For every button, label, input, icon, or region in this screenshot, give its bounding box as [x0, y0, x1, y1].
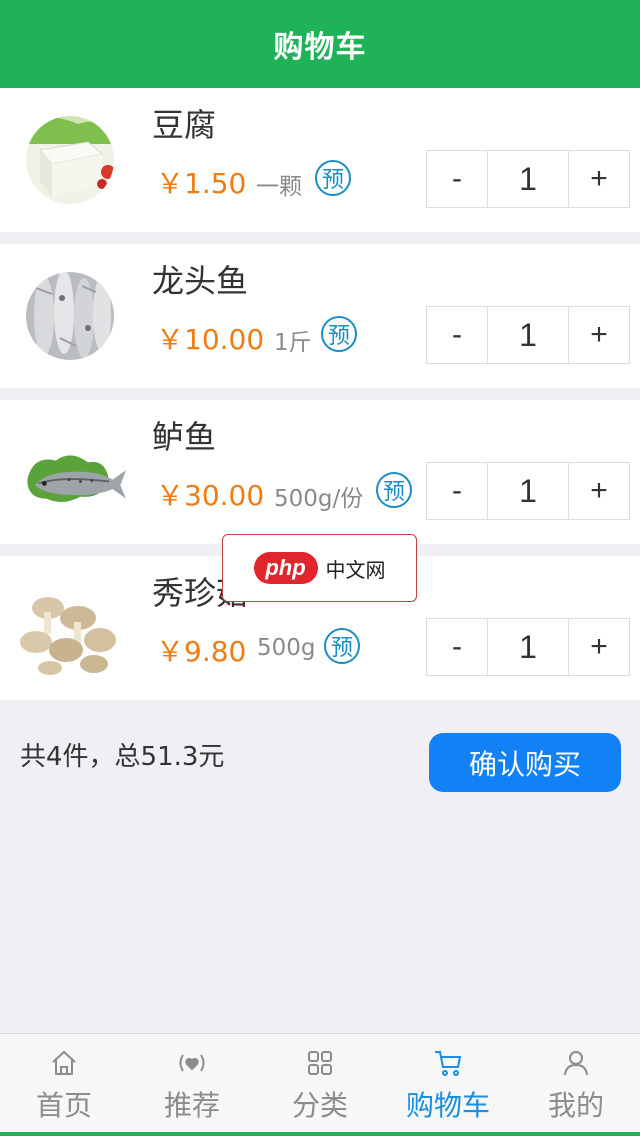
decrease-button[interactable]: -	[427, 619, 487, 675]
bottom-tab-bar: 首页 推荐 分类 购物车 我的	[0, 1033, 640, 1136]
preorder-badge: 预	[321, 316, 357, 352]
item-price: ￥30.00	[156, 479, 265, 512]
tab-label: 推荐	[163, 1089, 220, 1122]
item-unit: 一颗	[256, 174, 302, 200]
quantity-value[interactable]: 1	[487, 463, 569, 519]
cart-item[interactable]: 豆腐 ￥1.50 一颗 预 - 1 +	[0, 88, 640, 232]
quantity-stepper: - 1 +	[426, 462, 630, 520]
preorder-badge: 预	[315, 160, 351, 196]
cart-item[interactable]: 鲈鱼 ￥30.00 500g/份 预 - 1 +	[0, 400, 640, 544]
increase-button[interactable]: +	[569, 619, 629, 675]
tab-label: 我的	[547, 1089, 604, 1122]
increase-button[interactable]: +	[569, 151, 629, 207]
oyster-mushroom-image	[14, 580, 126, 676]
increase-button[interactable]: +	[569, 463, 629, 519]
home-icon	[49, 1048, 79, 1078]
preorder-badge: 预	[376, 472, 412, 508]
quantity-stepper: - 1 +	[426, 618, 630, 676]
tab-cart[interactable]: 购物车	[384, 1034, 512, 1136]
quantity-value[interactable]: 1	[487, 151, 569, 207]
tab-label: 分类	[291, 1089, 348, 1122]
cart-item[interactable]: 龙头鱼 ￥10.00 1斤 预 - 1 +	[0, 244, 640, 388]
item-price: ￥9.80	[156, 635, 247, 668]
bottom-accent-line	[0, 1132, 640, 1136]
tab-recommend[interactable]: 推荐	[128, 1034, 256, 1136]
decrease-button[interactable]: -	[427, 307, 487, 363]
decrease-button[interactable]: -	[427, 463, 487, 519]
page-title: 购物车	[273, 30, 367, 65]
confirm-purchase-button[interactable]: 确认购买	[429, 733, 621, 792]
preorder-badge: 预	[324, 628, 360, 664]
bombay-duck-image	[14, 268, 126, 364]
quantity-stepper: - 1 +	[426, 306, 630, 364]
cart-icon	[433, 1048, 463, 1078]
tab-label: 购物车	[405, 1089, 490, 1122]
tofu-image	[14, 112, 126, 208]
quantity-stepper: - 1 +	[426, 150, 630, 208]
recommend-icon	[177, 1048, 207, 1078]
watermark-text: 中文网	[325, 557, 386, 582]
tab-profile[interactable]: 我的	[512, 1034, 640, 1136]
user-icon	[561, 1048, 591, 1078]
quantity-value[interactable]: 1	[487, 307, 569, 363]
tab-category[interactable]: 分类	[256, 1034, 384, 1136]
sea-bass-image	[14, 424, 126, 520]
category-icon	[305, 1048, 335, 1078]
item-name: 豆腐	[152, 106, 217, 144]
quantity-value[interactable]: 1	[487, 619, 569, 675]
item-unit: 500g	[257, 635, 316, 661]
increase-button[interactable]: +	[569, 307, 629, 363]
php-logo: php	[253, 552, 318, 584]
decrease-button[interactable]: -	[427, 151, 487, 207]
tab-home[interactable]: 首页	[0, 1034, 128, 1136]
item-unit: 1斤	[274, 330, 312, 356]
item-name: 鲈鱼	[152, 418, 217, 456]
cart-summary: 共4件，总51.3元	[20, 742, 225, 772]
tab-label: 首页	[35, 1089, 92, 1122]
item-unit: 500g/份	[274, 486, 364, 512]
item-price: ￥1.50	[156, 167, 247, 200]
item-price: ￥10.00	[156, 323, 265, 356]
header-bar: 购物车	[0, 0, 640, 88]
item-name: 龙头鱼	[152, 262, 249, 300]
php-watermark: php 中文网	[222, 534, 417, 602]
